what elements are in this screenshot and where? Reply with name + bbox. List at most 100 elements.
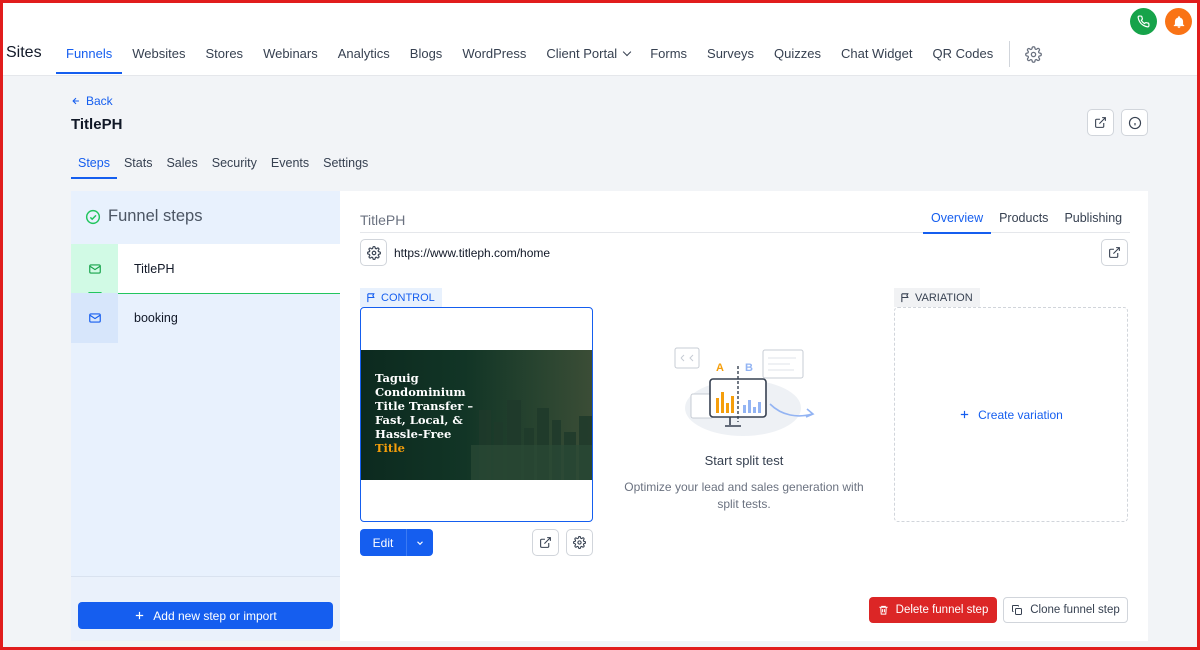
step-icon-cell	[71, 293, 118, 343]
trash-icon	[879, 605, 888, 615]
edit-button[interactable]: Edit	[360, 536, 406, 550]
preview-external-button[interactable]	[532, 529, 559, 556]
funnel-tabs: Steps Stats Sales Security Events Settin…	[71, 151, 375, 179]
copy-icon	[1012, 605, 1023, 615]
tab-publishing[interactable]: Publishing	[1056, 206, 1130, 232]
nav-tab-webinars[interactable]: Webinars	[253, 36, 328, 72]
bell-icon	[1173, 15, 1184, 28]
nav-tab-chat-widget[interactable]: Chat Widget	[831, 36, 923, 72]
split-test-title: Start split test	[704, 453, 784, 468]
preview-headline: Taguig Condominium Title Transfer – Fast…	[375, 371, 485, 455]
tab-overview[interactable]: Overview	[923, 206, 992, 234]
top-navigation: Sites Funnels Websites Stores Webinars A…	[0, 0, 1200, 76]
funnel-steps-header: Funnel steps	[85, 207, 202, 226]
step-url-bar: https://www.titleph.com/home	[360, 239, 1128, 266]
url-settings-button[interactable]	[360, 239, 387, 266]
step-tabs: Overview Products Publishing	[923, 206, 1131, 234]
nav-tab-client-portal-label: Client Portal	[546, 46, 618, 61]
add-step-label: Add new step or import	[153, 608, 277, 623]
phone-button[interactable]	[1130, 8, 1157, 35]
info-icon	[1128, 116, 1141, 129]
control-badge-label: CONTROL	[381, 291, 435, 304]
nav-tab-blogs[interactable]: Blogs	[400, 36, 453, 72]
delete-step-button[interactable]: Delete funnel step	[869, 597, 997, 623]
tab-stats[interactable]: Stats	[117, 151, 160, 177]
edit-dropdown-toggle[interactable]	[407, 538, 433, 548]
flag-icon	[901, 293, 909, 303]
nav-divider	[1009, 41, 1011, 67]
funnel-step-booking[interactable]: booking	[71, 293, 340, 343]
back-link[interactable]: Back	[71, 94, 113, 108]
delete-step-label: Delete funnel step	[895, 604, 989, 616]
control-badge: CONTROL	[360, 288, 442, 307]
settings-button[interactable]	[1018, 39, 1048, 69]
nav-tabs: Funnels Websites Stores Webinars Analyti…	[56, 36, 1048, 74]
arrow-left-icon	[72, 97, 79, 105]
split-test-illustration: A B	[674, 347, 815, 436]
external-link-icon	[540, 537, 551, 548]
funnel-step-label: TitlePH	[134, 261, 175, 276]
funnel-steps-footer: Add new step or import	[71, 576, 340, 641]
gear-icon	[573, 536, 586, 549]
nav-tab-surveys[interactable]: Surveys	[697, 36, 764, 72]
nav-tab-client-portal[interactable]: Client Portal	[536, 36, 640, 72]
step-url[interactable]: https://www.titleph.com/home	[394, 246, 550, 260]
external-link-icon	[1109, 247, 1120, 258]
step-icon-cell	[71, 243, 118, 294]
funnel-steps-panel: Funnel steps TitlePH booking Add new ste…	[71, 191, 340, 641]
variation-badge: VARIATION	[894, 288, 980, 307]
step-detail-panel: TitlePH Overview Products Publishing htt…	[340, 191, 1148, 641]
plus-icon	[960, 410, 969, 419]
page-preview-image: Taguig Condominium Title Transfer – Fast…	[361, 350, 592, 480]
variation-badge-label: VARIATION	[915, 291, 973, 304]
nav-tab-qr-codes[interactable]: QR Codes	[923, 36, 1004, 72]
tab-settings[interactable]: Settings	[316, 151, 375, 177]
phone-icon	[1137, 15, 1150, 28]
nav-tab-stores[interactable]: Stores	[195, 36, 253, 72]
variant-a-label: A	[716, 362, 724, 374]
step-title: TitlePH	[360, 212, 406, 228]
nav-tab-forms[interactable]: Forms	[640, 36, 697, 72]
funnel-step-titleph[interactable]: TitlePH	[71, 243, 340, 294]
control-preview-card[interactable]: Taguig Condominium Title Transfer – Fast…	[360, 307, 593, 522]
preview-headline-text: Taguig Condominium Title Transfer – Fast…	[375, 371, 474, 441]
open-url-button[interactable]	[1101, 239, 1128, 266]
nav-tab-analytics[interactable]: Analytics	[328, 36, 400, 72]
notifications-button[interactable]	[1165, 8, 1192, 35]
nav-tab-funnels[interactable]: Funnels	[56, 36, 123, 74]
nav-tab-websites[interactable]: Websites	[122, 36, 195, 72]
tab-steps[interactable]: Steps	[71, 151, 117, 179]
create-variation-label: Create variation	[978, 407, 1063, 422]
tab-events[interactable]: Events	[264, 151, 316, 177]
tab-security[interactable]: Security	[205, 151, 264, 177]
external-link-icon	[1095, 117, 1106, 128]
mail-icon	[88, 263, 101, 274]
variant-b-label: B	[745, 362, 753, 374]
add-step-button[interactable]: Add new step or import	[78, 602, 333, 629]
create-variation-button[interactable]: Create variation	[959, 408, 1063, 422]
clone-step-button[interactable]: Clone funnel step	[1003, 597, 1128, 623]
variation-card: Create variation	[894, 307, 1128, 522]
nav-tab-wordpress[interactable]: WordPress	[452, 36, 536, 72]
flag-icon	[367, 293, 375, 303]
open-external-button[interactable]	[1087, 109, 1114, 136]
info-button[interactable]	[1121, 109, 1148, 136]
back-label: Back	[86, 94, 113, 108]
preview-settings-button[interactable]	[566, 529, 593, 556]
gear-icon	[366, 245, 381, 260]
preview-headline-highlight: Title	[375, 441, 405, 455]
chevron-down-icon	[417, 540, 423, 545]
funnel-step-label: booking	[134, 311, 178, 325]
tab-products[interactable]: Products	[991, 206, 1056, 232]
mail-icon	[88, 313, 101, 323]
funnel-steps-title: Funnel steps	[108, 207, 203, 225]
split-test-description: Optimize your lead and sales generation …	[624, 480, 864, 511]
page-title: TitlePH	[71, 116, 123, 133]
gear-icon	[1024, 45, 1042, 63]
edit-button-group: Edit	[360, 529, 433, 556]
tab-sales[interactable]: Sales	[159, 151, 204, 177]
check-circle-icon	[85, 209, 101, 224]
nav-tab-quizzes[interactable]: Quizzes	[764, 36, 831, 72]
plus-icon	[136, 611, 144, 620]
clone-step-label: Clone funnel step	[1030, 604, 1120, 616]
